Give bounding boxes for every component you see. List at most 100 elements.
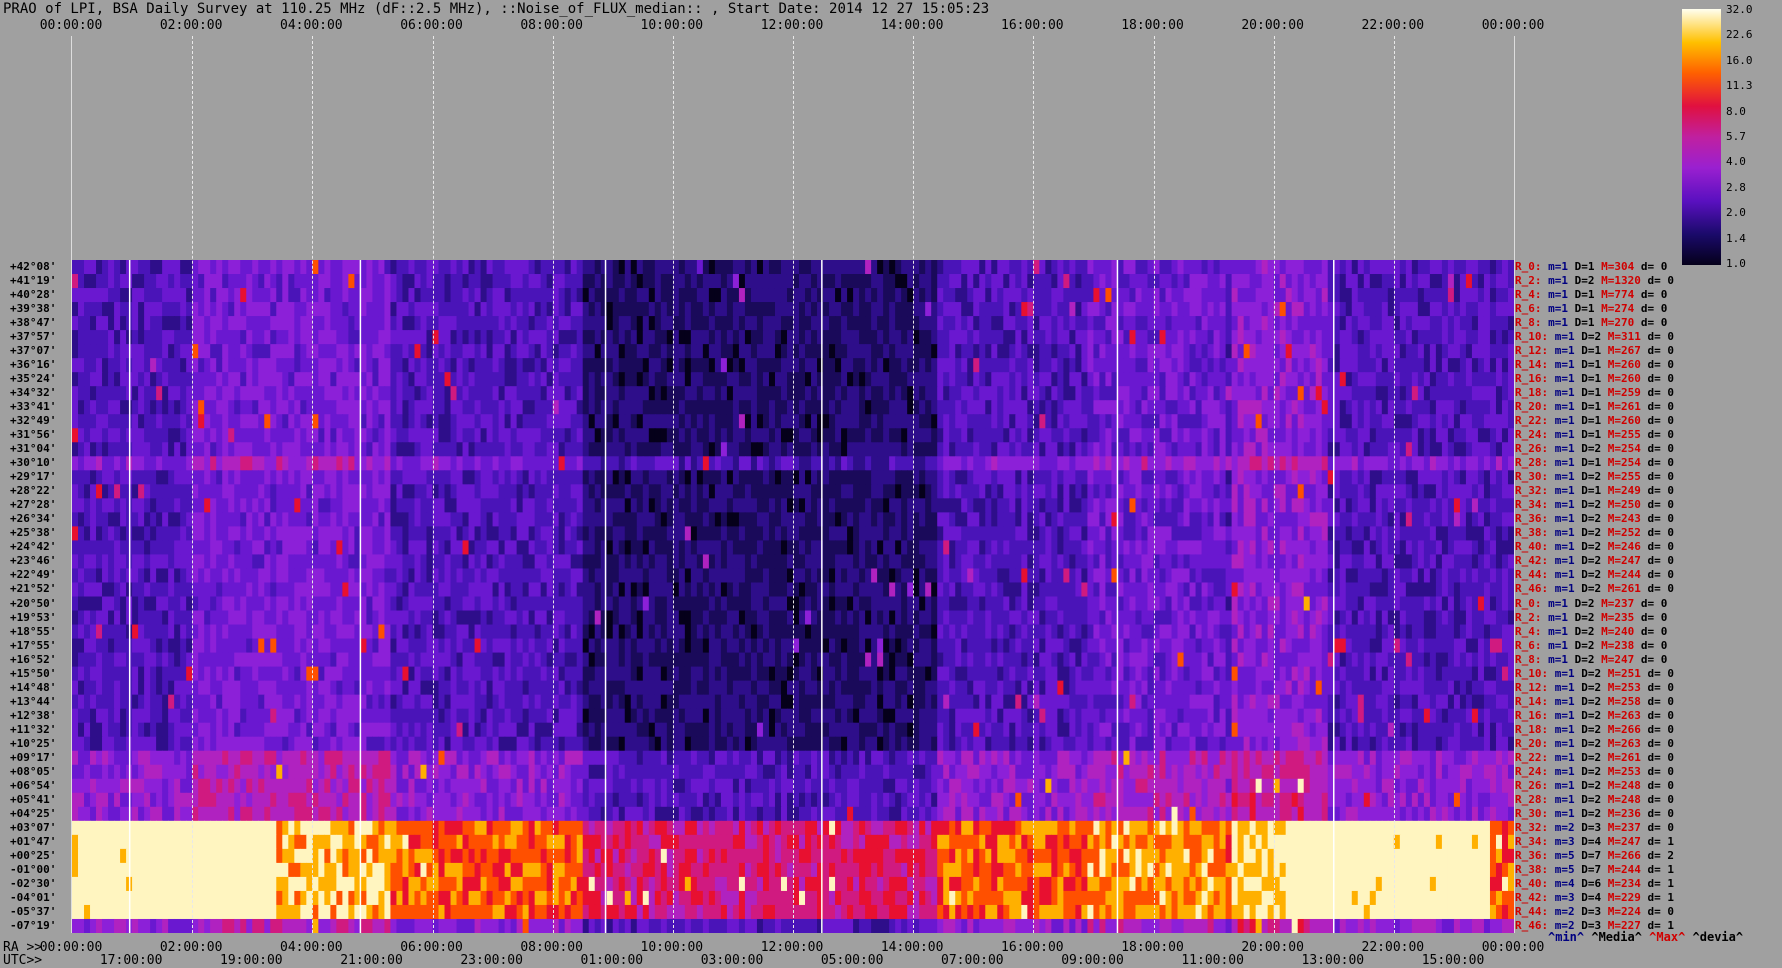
declination-label: +22°49' bbox=[10, 568, 57, 582]
bottom-utc-tick-label: 01:00:00 bbox=[580, 953, 644, 968]
top-tick-label: 08:00:00 bbox=[520, 18, 583, 33]
grid-line bbox=[1153, 36, 1155, 933]
row-stats: R_40: m=1 D=2 M=246 d= 0 bbox=[1515, 540, 1674, 554]
colorbar-tick-label: 4.0 bbox=[1726, 155, 1746, 169]
chart-title: PRAO of LPI, BSA Daily Survey at 110.25 … bbox=[3, 1, 990, 17]
row-stats: R_34: m=3 D=4 M=247 d= 1 bbox=[1515, 834, 1674, 848]
declination-label: +34°32' bbox=[10, 386, 57, 400]
bottom-utc-tick-label: 15:00:00 bbox=[1421, 953, 1485, 968]
colorbar-tick-label: 1.4 bbox=[1726, 231, 1746, 245]
row-stats: R_38: m=1 D=2 M=252 d= 0 bbox=[1515, 526, 1674, 540]
row-stats: R_22: m=1 D=2 M=261 d= 0 bbox=[1515, 750, 1674, 764]
grid-line bbox=[432, 36, 434, 933]
declination-label: +27°28' bbox=[10, 498, 57, 512]
stats-legend: ^min^ ^Media^ ^Max^ ^devia^ bbox=[1548, 930, 1743, 944]
row-stats: R_28: m=1 D=1 M=254 d= 0 bbox=[1515, 456, 1674, 470]
declination-label: +33°41' bbox=[10, 400, 57, 414]
grid-line bbox=[312, 36, 314, 933]
bottom-utc-tick-label: 17:00:00 bbox=[99, 953, 163, 968]
declination-label: +29°17' bbox=[10, 470, 57, 484]
declination-label: +13°44' bbox=[10, 694, 57, 708]
row-stats: R_20: m=1 D=2 M=263 d= 0 bbox=[1515, 736, 1674, 750]
declination-label: +00°25' bbox=[10, 848, 57, 862]
row-stats: R_32: m=2 D=3 M=237 d= 0 bbox=[1515, 820, 1674, 834]
bottom-ra-tick-label: 06:00:00 bbox=[400, 940, 463, 955]
declination-label: +36°16' bbox=[10, 358, 57, 372]
row-stats: R_12: m=1 D=1 M=267 d= 0 bbox=[1515, 344, 1674, 358]
legend-median: ^Media^ bbox=[1591, 930, 1642, 944]
legend-devia: ^devia^ bbox=[1692, 930, 1744, 944]
declination-label: +24°42' bbox=[10, 540, 57, 554]
row-stats: R_2: m=1 D=2 M=1320 d= 0 bbox=[1515, 274, 1674, 288]
row-stats: R_44: m=1 D=2 M=244 d= 0 bbox=[1515, 568, 1674, 582]
row-stats: R_8: m=1 D=1 M=270 d= 0 bbox=[1515, 316, 1668, 330]
row-stats: R_20: m=1 D=1 M=261 d= 0 bbox=[1515, 400, 1674, 414]
declination-label: -07°19' bbox=[10, 918, 57, 932]
row-stats: R_26: m=1 D=2 M=254 d= 0 bbox=[1515, 442, 1674, 456]
top-tick-label: 04:00:00 bbox=[280, 18, 343, 33]
colorbar-tick-label: 8.0 bbox=[1726, 104, 1746, 118]
row-stats: R_28: m=1 D=2 M=248 d= 0 bbox=[1515, 792, 1674, 806]
colorbar-tick-label: 1.0 bbox=[1726, 257, 1746, 270]
row-stats: R_44: m=2 D=3 M=224 d= 0 bbox=[1515, 904, 1674, 918]
declination-label: -04°01' bbox=[10, 890, 57, 904]
bottom-ra-tick-label: 18:00:00 bbox=[1121, 940, 1184, 955]
row-stats: R_4: m=1 D=1 M=774 d= 0 bbox=[1515, 288, 1668, 302]
row-stats: R_26: m=1 D=2 M=248 d= 0 bbox=[1515, 778, 1674, 792]
row-stats: R_2: m=1 D=2 M=235 d= 0 bbox=[1515, 610, 1668, 624]
legend-max: ^Max^ bbox=[1649, 930, 1686, 944]
grid-line bbox=[672, 36, 674, 933]
utc-axis-label: UTC>> bbox=[3, 953, 43, 968]
bottom-ra-tick-label: 12:00:00 bbox=[760, 940, 824, 955]
row-stats: R_42: m=3 D=4 M=229 d= 1 bbox=[1515, 890, 1674, 904]
declination-label: +17°55' bbox=[10, 638, 57, 652]
row-stats: R_6: m=1 D=2 M=238 d= 0 bbox=[1515, 638, 1668, 652]
declination-label: +40°28' bbox=[10, 288, 57, 302]
bottom-ra-tick-label: 10:00:00 bbox=[640, 940, 704, 955]
grid-line bbox=[1033, 36, 1035, 933]
bottom-utc-tick-label: 03:00:00 bbox=[700, 953, 764, 968]
declination-label: +05°41' bbox=[10, 792, 57, 806]
top-tick-label: 18:00:00 bbox=[1121, 18, 1184, 33]
row-stats: R_30: m=1 D=2 M=255 d= 0 bbox=[1515, 470, 1674, 484]
row-stats: R_8: m=1 D=2 M=247 d= 0 bbox=[1515, 652, 1668, 666]
declination-label: +14°48' bbox=[10, 680, 57, 694]
bottom-ra-tick-label: 16:00:00 bbox=[1001, 940, 1064, 955]
grid-line bbox=[552, 36, 554, 933]
row-stats: R_36: m=1 D=2 M=243 d= 0 bbox=[1515, 512, 1674, 526]
declination-label: +15°50' bbox=[10, 666, 57, 680]
declination-label: +08°05' bbox=[10, 764, 57, 778]
top-tick-label: 12:00:00 bbox=[760, 18, 824, 33]
top-tick-label: 14:00:00 bbox=[880, 18, 944, 33]
top-tick-label: 10:00:00 bbox=[640, 18, 704, 33]
colorbar-tick-label: 32.0 bbox=[1726, 3, 1753, 16]
bottom-utc-tick-label: 21:00:00 bbox=[340, 953, 403, 968]
declination-label: +11°32' bbox=[10, 722, 57, 736]
row-stats: R_32: m=1 D=1 M=249 d= 0 bbox=[1515, 484, 1674, 498]
declination-label: +26°34' bbox=[10, 512, 57, 526]
top-tick-label: 02:00:00 bbox=[159, 18, 223, 33]
row-stats: R_12: m=1 D=2 M=253 d= 0 bbox=[1515, 680, 1674, 694]
bottom-ra-tick-label: 14:00:00 bbox=[880, 940, 944, 955]
bottom-ra-tick-label: 08:00:00 bbox=[520, 940, 583, 955]
row-stats: R_40: m=4 D=6 M=234 d= 1 bbox=[1515, 876, 1674, 890]
declination-label: +31°04' bbox=[10, 442, 57, 456]
declination-label: +09°17' bbox=[10, 750, 57, 764]
declination-label: +23°46' bbox=[10, 554, 57, 568]
declination-label: +16°52' bbox=[10, 652, 57, 666]
bottom-utc-tick-label: 05:00:00 bbox=[820, 953, 884, 968]
declination-label: +28°22' bbox=[10, 484, 57, 498]
row-stats: R_10: m=1 D=2 M=251 d= 0 bbox=[1515, 666, 1674, 680]
top-tick-label: 00:00:00 bbox=[39, 18, 103, 33]
row-stats: R_0: m=1 D=1 M=304 d= 0 bbox=[1515, 260, 1668, 273]
colorbar bbox=[1682, 9, 1721, 265]
row-stats: R_46: m=1 D=2 M=261 d= 0 bbox=[1515, 582, 1674, 596]
bottom-utc-tick-label: 11:00:00 bbox=[1181, 953, 1244, 968]
bottom-utc-tick-label: 13:00:00 bbox=[1301, 953, 1365, 968]
bottom-ra-tick-label: 00:00:00 bbox=[1481, 940, 1545, 955]
declination-label: +37°57' bbox=[10, 330, 57, 344]
bottom-ra-tick-label: 22:00:00 bbox=[1361, 940, 1425, 955]
grid-line bbox=[913, 36, 915, 933]
bottom-ra-tick-label: 20:00:00 bbox=[1241, 940, 1304, 955]
row-stats: R_6: m=1 D=1 M=274 d= 0 bbox=[1515, 302, 1668, 316]
